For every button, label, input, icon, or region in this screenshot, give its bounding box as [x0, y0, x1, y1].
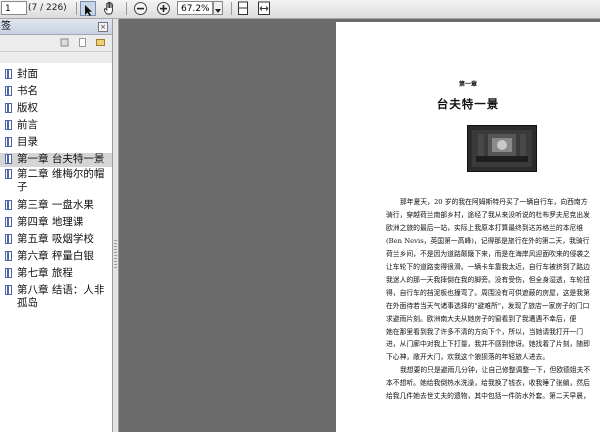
bookmark-label: 第六章 秤量白银: [17, 250, 94, 262]
zoom-dropdown-button[interactable]: [213, 1, 223, 15]
text-line: 我想要的只是避雨几分钟，让自己修整调整一下，但欧德姐夫不: [400, 366, 591, 375]
text-line: 欧洲之旅的最后一站，实际上我原本打算最终到达苏格兰的本尼维: [386, 223, 584, 232]
splitter-grip-icon[interactable]: [114, 240, 117, 270]
bookmark-icon: [5, 268, 12, 278]
chapter-body-text: 那年夏天，20 岁的我在阿姆斯特丹买了一辆自行车，向西南方 骑行，穿越荷兰南部乡…: [386, 196, 600, 403]
bookmark-label: 第三章 一盘水果: [17, 199, 94, 211]
bookmark-item[interactable]: 第三章 一盘水果: [0, 199, 112, 213]
bookmark-icon: [5, 234, 12, 244]
text-line: 让车轮下的道路变得很滑。一辆卡车靠我太近，自行车被挤到了路边: [386, 262, 590, 271]
hand-tool-button[interactable]: [102, 1, 120, 16]
close-icon[interactable]: ×: [98, 22, 108, 32]
bookmark-label: 第五章 吸烟学校: [17, 233, 94, 245]
fit-page-button[interactable]: [237, 1, 251, 16]
bookmark-icon: [5, 154, 12, 164]
chapter-illustration: [467, 125, 537, 172]
zoom-in-button[interactable]: [156, 1, 172, 16]
panel-splitter[interactable]: [113, 19, 119, 432]
bookmark-icon: [5, 251, 12, 261]
bookmark-label: 书名: [17, 85, 38, 97]
bookmark-item[interactable]: 目录: [0, 136, 112, 150]
text-line: (Ben Nevis，英国第一高峰)，记得那是旅行在外的第二天，我骑行: [386, 236, 590, 245]
bookmark-label: 第一章 台夫特一景: [17, 153, 105, 165]
bookmark-label: 第二章 维梅尔的帽子: [17, 168, 105, 193]
bookmark-icon: [5, 285, 12, 295]
bookmark-item[interactable]: 前言: [0, 119, 112, 133]
bookmark-label: 第七章 旅程: [17, 267, 73, 279]
text-line: 给我几件她去世丈夫的遗物，其中包括一件防水外套。第二天早晨，: [386, 392, 590, 401]
zoom-out-icon: [134, 2, 147, 15]
bookmark-icon: [5, 217, 12, 227]
fit-width-button[interactable]: [257, 1, 273, 16]
fit-width-icon: [258, 1, 270, 15]
toolbar: 1 (7 / 226) 67.2%: [0, 0, 600, 19]
text-line: 得，自行车的挡泥板也撞弯了。周围没有可供遮蔽的房屋，这是我第: [386, 288, 590, 297]
text-line: 骑行，穿越荷兰南部乡村，途经了我从来没听说的杜布罗夫尼克出发: [386, 210, 590, 219]
zoom-in-icon: [157, 2, 170, 15]
select-tool-button[interactable]: [80, 1, 96, 16]
bookmark-label: 第八章 结语：人非孤岛: [17, 284, 105, 309]
bookmark-icon: [5, 86, 12, 96]
toolbar-divider: [231, 2, 232, 15]
delete-bookmark-icon[interactable]: [60, 38, 69, 47]
chapter-title: 台夫特一景: [436, 97, 500, 111]
bookmark-item[interactable]: 第二章 维梅尔的帽子: [0, 168, 112, 196]
bookmark-icon: [5, 137, 12, 147]
options-icon[interactable]: [96, 38, 105, 47]
bookmark-label: 版权: [17, 102, 38, 114]
fit-page-icon: [238, 1, 248, 15]
bookmark-item[interactable]: 第五章 吸烟学校: [0, 233, 112, 247]
text-line: 下心神，敞开大门，欢我这个狼狈落的年轻旅人进去。: [386, 353, 550, 362]
bookmark-icon: [5, 69, 12, 79]
bookmarks-panel: 签 × 封面 书名 版权 前言 目录 第一章 台夫特一景 第二章 维梅尔的帽子 …: [0, 19, 113, 432]
page-number-input[interactable]: 1: [1, 1, 27, 15]
text-line: 在外面待若当天气诸事选择的"避难所"，发现了旅店一家房子的门口: [386, 301, 590, 310]
new-bookmark-icon[interactable]: [78, 38, 87, 47]
bookmark-item[interactable]: 第六章 秤量白银: [0, 250, 112, 264]
bookmark-item[interactable]: 第八章 结语：人非孤岛: [0, 284, 112, 312]
bookmark-label: 前言: [17, 119, 38, 131]
text-line: 她在那里看到我了许多不清的方向下个，所以，当她请我打开一门: [386, 327, 584, 336]
bookmark-item-selected[interactable]: 第一章 台夫特一景: [0, 153, 112, 167]
bookmarks-panel-header: 签 ×: [0, 19, 112, 35]
illustration-image: [468, 126, 536, 171]
text-line: 那年夏天，20 岁的我在阿姆斯特丹买了一辆自行车，向西南方: [400, 198, 588, 206]
bookmark-label: 目录: [17, 136, 38, 148]
chapter-label: 第一章: [458, 81, 477, 88]
bookmark-label: 第四章 地理课: [17, 216, 84, 228]
bookmark-item[interactable]: 封面: [0, 68, 112, 82]
bookmark-item[interactable]: 第七章 旅程: [0, 267, 112, 281]
bookmark-tree: 封面 书名 版权 前言 目录 第一章 台夫特一景 第二章 维梅尔的帽子 第三章 …: [0, 63, 112, 432]
bookmark-icon: [5, 120, 12, 130]
bookmark-item[interactable]: 第四章 地理课: [0, 216, 112, 230]
toolbar-divider: [126, 2, 127, 15]
zoom-out-button[interactable]: [133, 1, 149, 16]
text-line: 进，从门廊中对我上下打量，我并不感到惊讶。她找着了片刻，随即: [386, 340, 590, 349]
text-line: 本不想听。她给我倒热水洗澡，给我换了钱衣，收我睡了张躺，然后: [386, 379, 590, 388]
text-line: 荷兰乡间，不是因为道路颠簸下来，而是在海岸风迎面吹来的侵袭之: [386, 249, 590, 258]
text-line: 求避雨片刻。欧洲南大夫从她房子的窗看到了我遭遇不幸后，便: [386, 314, 577, 323]
zoom-level-input[interactable]: 67.2%: [177, 1, 213, 15]
bookmarks-panel-title: 签: [1, 21, 11, 32]
bookmark-icon: [5, 200, 12, 210]
hand-tool-icon: [103, 1, 113, 15]
document-page: 第一章 台夫特一景 那年夏天，20 岁的我在阿姆斯特丹买了一辆自行车，向西南方 …: [336, 22, 600, 432]
bookmark-item[interactable]: 书名: [0, 85, 112, 99]
select-tool-icon: [85, 5, 92, 16]
toolbar-divider: [76, 2, 77, 15]
bookmark-icon: [5, 169, 12, 179]
bookmark-label: 封面: [17, 68, 38, 80]
bookmark-icon: [5, 103, 12, 113]
bookmark-item[interactable]: 版权: [0, 102, 112, 116]
page-count-label: (7 / 226): [28, 3, 67, 13]
bookmarks-toolbar: [0, 35, 112, 52]
zoom-dropdown-icon: [215, 9, 221, 13]
text-line: 我迷人的那一天我摔倒在我的脚旁。没有受伤，但全身湿透，车轮扭: [386, 275, 590, 284]
